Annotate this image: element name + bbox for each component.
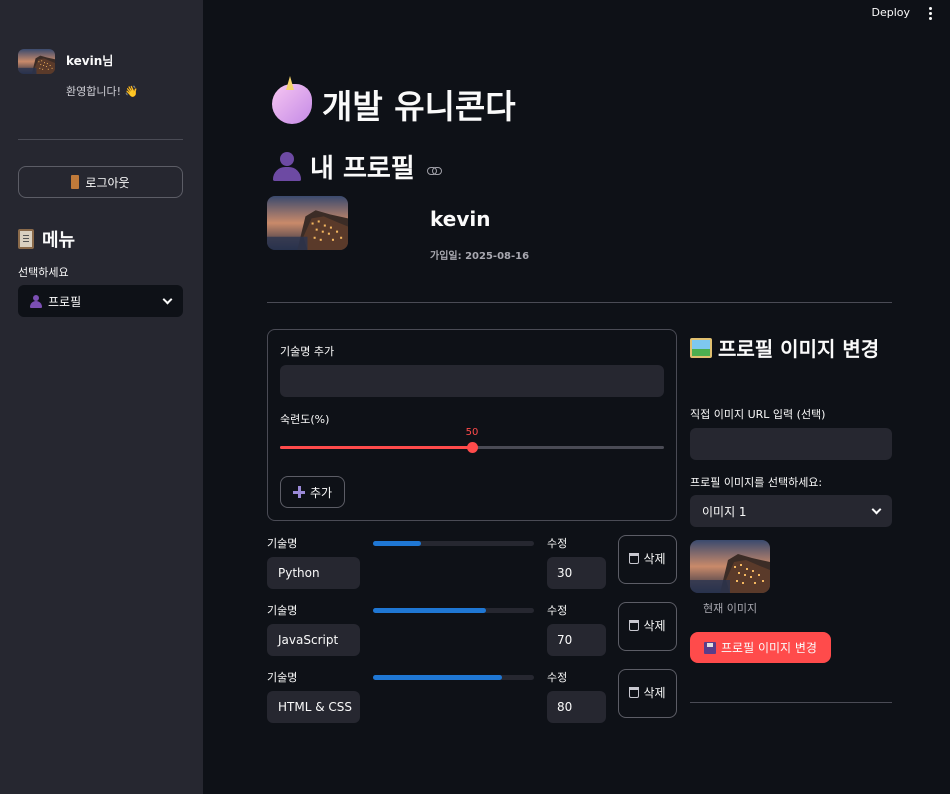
skill-value-field[interactable]: 30 xyxy=(547,557,606,589)
right-divider xyxy=(690,702,892,703)
skill-edit-label: 수정 xyxy=(547,671,568,684)
skill-row: 기술명 JavaScript 수정 70 삭제 xyxy=(267,602,677,662)
section-divider xyxy=(267,302,892,303)
deploy-button[interactable]: Deploy xyxy=(871,6,910,19)
current-image-caption: 현재 이미지 xyxy=(703,602,758,615)
skill-progress-fill xyxy=(373,608,486,613)
skill-row: 기술명 HTML & CSS 수정 80 삭제 xyxy=(267,669,677,729)
delete-skill-button[interactable]: 삭제 xyxy=(618,535,677,584)
chevron-down-icon xyxy=(871,504,882,514)
delete-skill-button[interactable]: 삭제 xyxy=(618,602,677,651)
delete-label: 삭제 xyxy=(643,552,666,567)
proficiency-label: 숙련도(%) xyxy=(280,413,330,426)
skill-value-field[interactable]: 70 xyxy=(547,624,606,656)
skill-name-input[interactable] xyxy=(280,365,664,397)
change-image-label: 프로필 이미지 변경 xyxy=(721,641,817,655)
skill-name-field[interactable]: HTML & CSS xyxy=(267,691,360,723)
person-icon xyxy=(30,294,42,308)
page-title: 개발 유니콘다 xyxy=(272,76,516,128)
image-change-heading-text: 프로필 이미지 변경 xyxy=(718,337,880,361)
page-title-text: 개발 유니콘다 xyxy=(322,87,516,126)
image-select[interactable]: 이미지 1 xyxy=(690,495,892,527)
add-skill-label: 추가 xyxy=(309,485,333,500)
image-url-input[interactable] xyxy=(690,428,892,460)
menu-select-value: 프로필 xyxy=(48,294,82,309)
framed-picture-icon xyxy=(690,338,712,358)
sidebar: kevin님 환영합니다! 👋 로그아웃 메뉴 선택하세요 프로필 xyxy=(0,0,203,794)
door-icon xyxy=(71,175,80,189)
wastebasket-icon xyxy=(629,553,640,565)
image-url-label: 직접 이미지 URL 입력 (선택) xyxy=(690,408,826,421)
skill-progress-bar xyxy=(373,608,534,613)
menu-heading: 메뉴 xyxy=(18,226,75,252)
main-content: Deploy 개발 유니콘다 내 프로필 kevin 가입일: 2025-08-… xyxy=(203,0,950,794)
join-date: 가입일: 2025-08-16 xyxy=(430,251,530,262)
delete-label: 삭제 xyxy=(643,619,666,634)
proficiency-slider-thumb[interactable] xyxy=(467,442,478,453)
delete-skill-button[interactable]: 삭제 xyxy=(618,669,677,718)
profile-image xyxy=(267,196,348,250)
menu-select-label: 선택하세요 xyxy=(18,266,69,279)
welcome-text: 환영합니다! 👋 xyxy=(66,85,139,98)
plus-icon xyxy=(292,486,305,498)
skill-name-label: 기술명 xyxy=(267,604,298,617)
avatar xyxy=(18,49,55,74)
user-name: kevin님 xyxy=(66,54,114,68)
skill-name-field[interactable]: JavaScript xyxy=(267,624,360,656)
menu-heading-text: 메뉴 xyxy=(42,230,76,251)
chevron-down-icon xyxy=(162,294,173,304)
skill-name-label: 기술명 xyxy=(267,671,298,684)
wastebasket-icon xyxy=(629,687,640,699)
image-change-heading: 프로필 이미지 변경 xyxy=(690,336,900,363)
profile-heading: 내 프로필 xyxy=(272,148,442,185)
proficiency-slider-fill xyxy=(280,446,472,449)
unicorn-icon xyxy=(272,76,312,124)
more-options-icon[interactable] xyxy=(929,7,932,20)
proficiency-value: 50 xyxy=(465,427,479,438)
skill-progress-fill xyxy=(373,675,502,680)
profile-name: kevin xyxy=(430,207,491,231)
skill-edit-label: 수정 xyxy=(547,537,568,550)
menu-select[interactable]: 프로필 xyxy=(18,285,183,317)
link-icon[interactable] xyxy=(426,166,442,175)
change-image-button[interactable]: 프로필 이미지 변경 xyxy=(690,632,831,663)
skill-progress-fill xyxy=(373,541,422,546)
logout-label: 로그아웃 xyxy=(85,175,130,190)
profile-heading-text: 내 프로필 xyxy=(310,154,415,184)
current-image xyxy=(690,540,770,593)
skill-progress-bar xyxy=(373,541,534,546)
logout-button[interactable]: 로그아웃 xyxy=(18,166,183,198)
skill-progress-bar xyxy=(373,675,534,680)
person-icon xyxy=(272,151,302,182)
skill-name-field[interactable]: Python xyxy=(267,557,360,589)
image-select-value: 이미지 1 xyxy=(702,504,747,519)
skill-name-label: 기술명 추가 xyxy=(280,345,335,358)
delete-label: 삭제 xyxy=(643,686,666,701)
image-select-label: 프로필 이미지를 선택하세요: xyxy=(690,476,823,489)
skill-name-label: 기술명 xyxy=(267,537,298,550)
skill-value-field[interactable]: 80 xyxy=(547,691,606,723)
add-skill-button[interactable]: 추가 xyxy=(280,476,345,508)
sidebar-divider xyxy=(18,139,183,140)
wastebasket-icon xyxy=(629,620,640,632)
clipboard-icon xyxy=(18,229,34,249)
skill-row: 기술명 Python 수정 30 삭제 xyxy=(267,535,677,595)
skill-edit-label: 수정 xyxy=(547,604,568,617)
floppy-disk-icon xyxy=(704,641,717,654)
